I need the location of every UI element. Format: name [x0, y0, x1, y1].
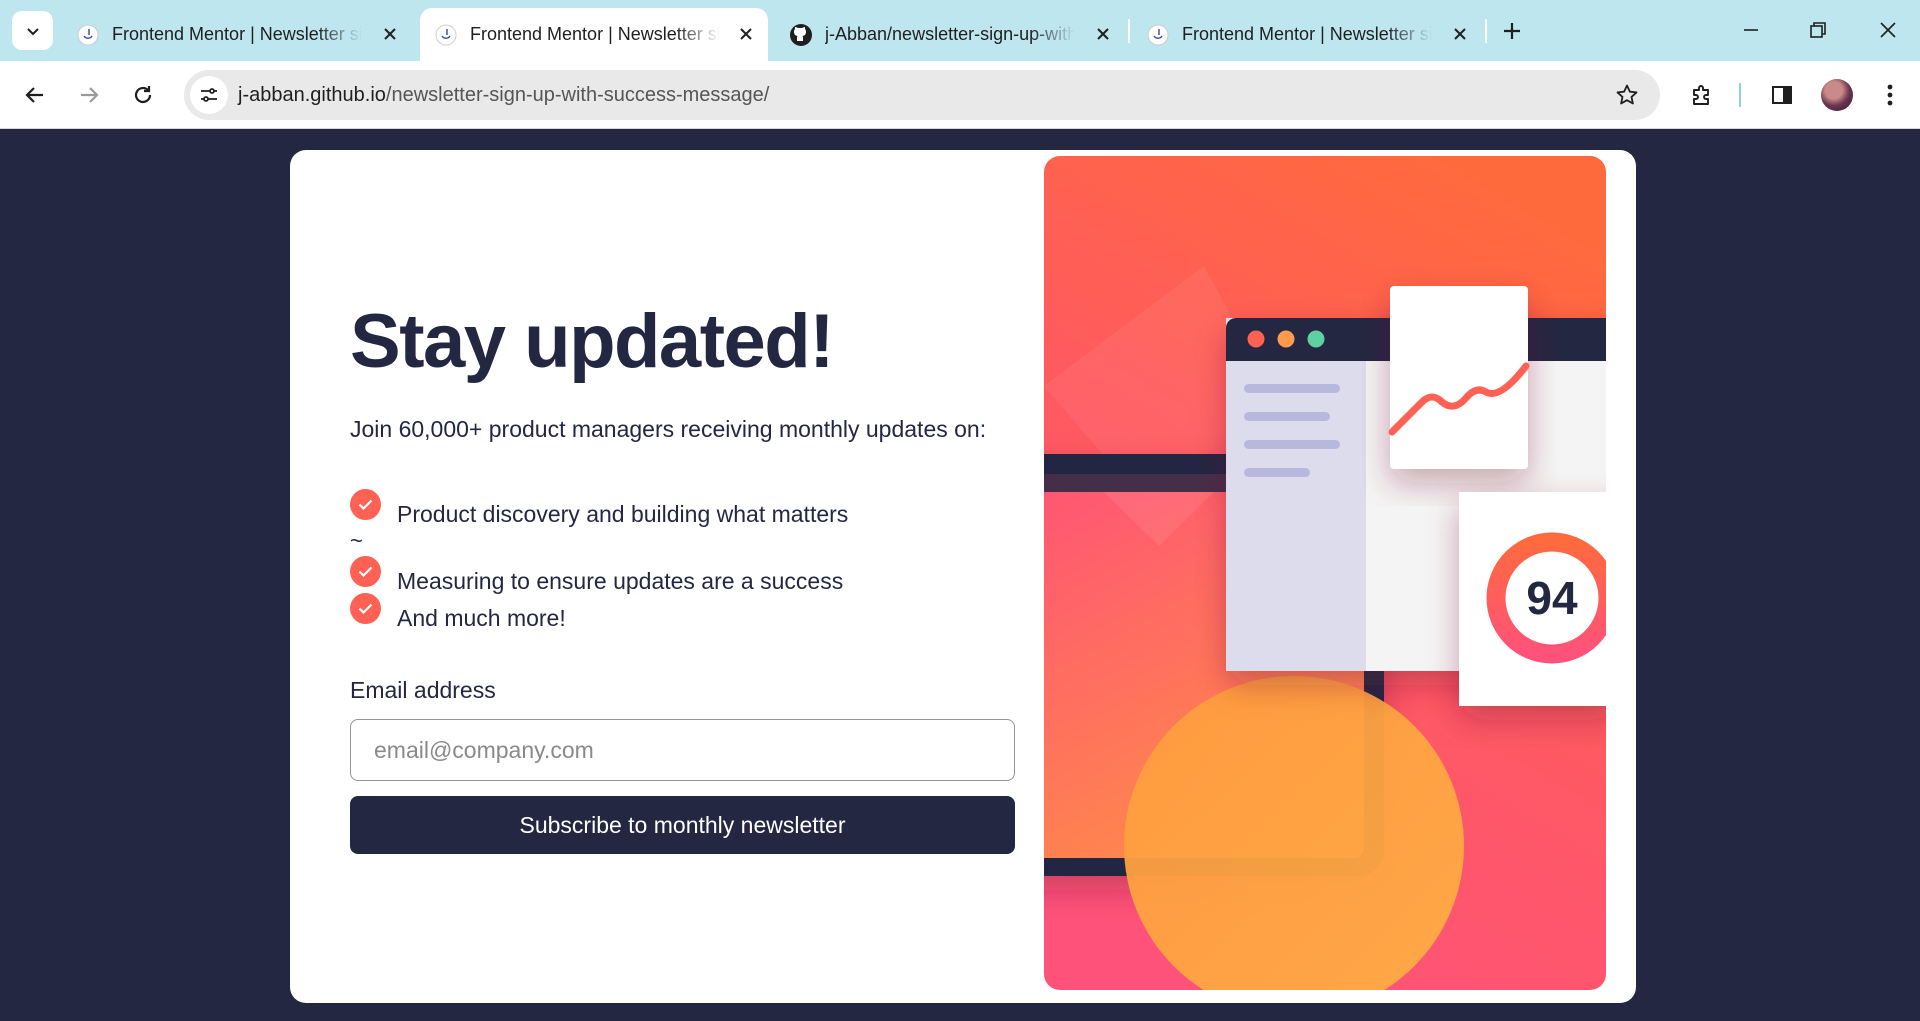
url-domain: j-abban.github.io — [238, 84, 386, 106]
restore-icon — [1810, 22, 1826, 38]
tab-separator — [1128, 19, 1130, 43]
address-bar[interactable]: j-abban.github.io/newsletter-sign-up-wit… — [184, 70, 1660, 120]
benefit-text: Product discovery and building what matt… — [397, 501, 849, 527]
tab-title: Frontend Mentor | Newsletter sign-up — [470, 24, 720, 44]
reload-button[interactable] — [126, 78, 160, 112]
browser-toolbar: j-abban.github.io/newsletter-sign-up-wit… — [0, 61, 1920, 129]
close-icon[interactable] — [1091, 22, 1115, 46]
illustration-graphic: 94 — [1044, 156, 1606, 990]
tab-title: Frontend Mentor | Newsletter sign-up — [112, 24, 362, 44]
close-icon[interactable] — [1448, 22, 1472, 46]
subscribe-button[interactable]: Subscribe to monthly newsletter — [350, 796, 1015, 854]
email-field[interactable] — [350, 719, 1015, 781]
more-vertical-icon — [1887, 84, 1893, 106]
minimize-button[interactable] — [1733, 14, 1769, 46]
close-icon[interactable] — [734, 22, 758, 46]
page-title: Stay updated! — [350, 299, 835, 384]
frontend-mentor-icon — [76, 23, 100, 47]
tab-search-button[interactable] — [12, 11, 53, 50]
back-button[interactable] — [18, 78, 52, 112]
tab-title: j-Abban/newsletter-sign-up-with — [825, 24, 1075, 44]
close-window-button[interactable] — [1870, 14, 1906, 46]
tab-2-active[interactable]: Frontend Mentor | Newsletter sign-up — [420, 8, 768, 61]
reload-icon — [134, 86, 152, 104]
site-info-button[interactable] — [190, 76, 228, 114]
star-icon — [1616, 84, 1638, 105]
email-label: Email address — [350, 677, 496, 703]
extensions-button[interactable] — [1685, 78, 1719, 112]
tab-separator — [1485, 19, 1487, 43]
check-icon — [350, 556, 381, 587]
arrow-left-icon — [25, 87, 43, 103]
plus-icon — [1504, 23, 1520, 39]
tab-4[interactable]: Frontend Mentor | Newsletter sign-up — [1132, 8, 1482, 61]
minimize-icon — [1744, 29, 1758, 31]
newsletter-card: Stay updated! Join 60,000+ product manag… — [290, 150, 1636, 1003]
chevron-down-icon — [26, 27, 39, 35]
tab-title: Frontend Mentor | Newsletter sign-up — [1182, 24, 1432, 44]
github-icon — [789, 23, 813, 47]
restore-button[interactable] — [1800, 14, 1836, 46]
hero-illustration: 94 — [1044, 156, 1606, 990]
check-icon — [350, 489, 381, 520]
check-icon — [350, 593, 381, 624]
forward-button[interactable] — [72, 78, 106, 112]
benefit-text: Measuring to ensure updates are a succes… — [397, 568, 844, 594]
tab-1[interactable]: Frontend Mentor | Newsletter sign-up — [62, 8, 412, 61]
benefit-text: And much more! — [397, 605, 566, 631]
menu-button[interactable] — [1873, 78, 1907, 112]
side-panel-button[interactable] — [1765, 78, 1799, 112]
arrow-right-icon — [81, 87, 99, 103]
stray-tilde: ~ — [350, 528, 363, 553]
score-text: 94 — [1526, 572, 1578, 624]
benefit-item: Measuring to ensure updates are a succes… — [350, 556, 843, 595]
bookmark-button[interactable] — [1614, 82, 1640, 108]
tab-strip: Frontend Mentor | Newsletter sign-up Fro… — [0, 0, 1920, 61]
close-icon — [1880, 22, 1896, 38]
tune-icon — [201, 88, 217, 102]
frontend-mentor-icon — [434, 23, 458, 47]
close-icon[interactable] — [378, 22, 402, 46]
tab-3[interactable]: j-Abban/newsletter-sign-up-with — [775, 8, 1125, 61]
new-tab-button[interactable] — [1497, 16, 1527, 46]
side-panel-icon — [1772, 86, 1792, 104]
benefit-item: And much more! — [350, 593, 566, 632]
profile-avatar[interactable] — [1821, 79, 1853, 111]
puzzle-icon — [1693, 85, 1709, 105]
intro-text: Join 60,000+ product managers receiving … — [350, 416, 987, 442]
url-text: j-abban.github.io/newsletter-sign-up-wit… — [238, 84, 769, 107]
url-path: /newsletter-sign-up-with-success-message… — [385, 84, 770, 106]
frontend-mentor-icon — [1146, 23, 1170, 47]
benefit-item: Product discovery and building what matt… — [350, 489, 848, 528]
toolbar-divider — [1739, 83, 1741, 107]
